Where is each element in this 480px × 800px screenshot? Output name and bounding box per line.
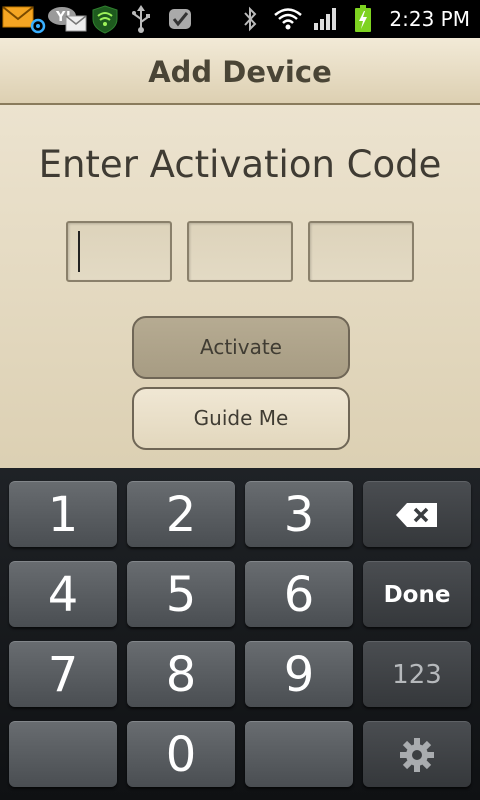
numeric-keyboard: 1 2 3 4 5 6 Done 7 8 9 123 0 bbox=[0, 468, 480, 800]
key-2[interactable]: 2 bbox=[127, 481, 235, 547]
key-1[interactable]: 1 bbox=[9, 481, 117, 547]
key-0[interactable]: 0 bbox=[127, 721, 235, 787]
key-8[interactable]: 8 bbox=[127, 641, 235, 707]
activation-code-field-1[interactable] bbox=[66, 221, 172, 282]
blank-key-right[interactable] bbox=[245, 721, 353, 787]
status-bar: Y! 2:23 PM bbox=[0, 0, 480, 38]
usb-icon bbox=[128, 4, 154, 34]
wifi-icon bbox=[272, 4, 304, 34]
key-6[interactable]: 6 bbox=[245, 561, 353, 627]
key-5[interactable]: 5 bbox=[127, 561, 235, 627]
key-9[interactable]: 9 bbox=[245, 641, 353, 707]
signal-icon bbox=[312, 4, 340, 34]
title-bar: Add Device bbox=[0, 38, 480, 105]
activation-form: Enter Activation Code Activate Guide Me bbox=[0, 105, 480, 468]
email-icon bbox=[2, 4, 46, 34]
done-key[interactable]: Done bbox=[363, 561, 471, 627]
text-cursor bbox=[78, 231, 80, 272]
shield-icon bbox=[88, 4, 122, 34]
battery-icon bbox=[352, 4, 374, 34]
key-3[interactable]: 3 bbox=[245, 481, 353, 547]
activation-heading: Enter Activation Code bbox=[38, 143, 442, 186]
status-time: 2:23 PM bbox=[389, 7, 470, 31]
check-icon bbox=[166, 4, 194, 34]
page-title: Add Device bbox=[148, 55, 332, 89]
mode-key-123[interactable]: 123 bbox=[363, 641, 471, 707]
key-4[interactable]: 4 bbox=[9, 561, 117, 627]
key-7[interactable]: 7 bbox=[9, 641, 117, 707]
backspace-key[interactable] bbox=[363, 481, 471, 547]
bluetooth-icon bbox=[240, 4, 260, 34]
activation-code-field-2[interactable] bbox=[187, 221, 293, 282]
activation-code-field-3[interactable] bbox=[308, 221, 414, 282]
settings-key[interactable] bbox=[363, 721, 471, 787]
messages-icon: Y! bbox=[46, 4, 88, 34]
activate-button[interactable]: Activate bbox=[132, 316, 350, 379]
guide-me-button[interactable]: Guide Me bbox=[132, 387, 350, 450]
blank-key-left[interactable] bbox=[9, 721, 117, 787]
